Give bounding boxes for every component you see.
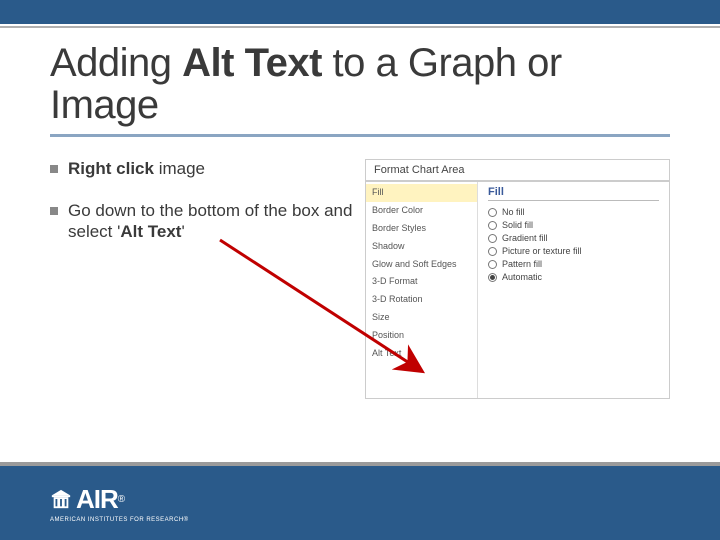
bullet-item: Go down to the bottom of the box and sel… [50,201,355,242]
bullet-text: Go down to the bottom of the box and sel… [68,201,355,242]
radio-label: Gradient fill [502,233,548,243]
sidebar-item[interactable]: Glow and Soft Edges [366,256,477,274]
sidebar-item[interactable]: Alt Text [366,345,477,363]
radio-option[interactable]: No fill [488,207,659,217]
radio-option[interactable]: Automatic [488,272,659,282]
sidebar-item[interactable]: Size [366,309,477,327]
sidebar-item[interactable]: 3-D Rotation [366,291,477,309]
bullet-square-icon [50,207,58,215]
logo-text: AIR [76,484,118,515]
panel-heading: Fill [488,186,659,201]
building-icon [50,488,72,510]
radio-icon [488,273,497,282]
radio-icon [488,260,497,269]
logo-reg: ® [118,494,125,505]
bullet-item: Right click image [50,159,355,179]
bullet-text: Right click image [68,159,205,179]
sidebar-item[interactable]: Border Color [366,202,477,220]
footer-band: AIR ® AMERICAN INSTITUTES FOR RESEARCH® [0,466,720,540]
radio-option[interactable]: Picture or texture fill [488,246,659,256]
bullet-list: Right click image Go down to the bottom o… [50,159,365,399]
radio-label: Pattern fill [502,259,542,269]
bullet-square-icon [50,165,58,173]
radio-icon [488,247,497,256]
radio-label: Automatic [502,272,542,282]
radio-icon [488,221,497,230]
logo: AIR ® AMERICAN INSTITUTES FOR RESEARCH® [50,484,189,523]
radio-list: No fill Solid fill Gradient fill Picture or… [488,207,659,282]
radio-icon [488,234,497,243]
radio-label: Solid fill [502,220,533,230]
dialog-title: Format Chart Area [366,160,669,180]
radio-label: No fill [502,207,525,217]
sidebar-item[interactable]: Position [366,327,477,345]
slide-content: Adding Alt Text to a Graph or Image Righ… [0,28,720,399]
radio-option[interactable]: Pattern fill [488,259,659,269]
dialog-sidebar: FillBorder ColorBorder StylesShadowGlow … [366,182,478,398]
slide-title: Adding Alt Text to a Graph or Image [50,42,670,126]
radio-icon [488,208,497,217]
body-area: Right click image Go down to the bottom o… [50,159,670,399]
format-chart-dialog: Format Chart Area FillBorder ColorBorder… [365,159,670,399]
footer: AIR ® AMERICAN INSTITUTES FOR RESEARCH® [0,462,720,540]
sidebar-item[interactable]: Border Styles [366,220,477,238]
radio-label: Picture or texture fill [502,246,582,256]
radio-option[interactable]: Gradient fill [488,233,659,243]
dialog-body: FillBorder ColorBorder StylesShadowGlow … [366,182,669,398]
sidebar-item[interactable]: 3-D Format [366,273,477,291]
title-underline [50,134,670,137]
radio-option[interactable]: Solid fill [488,220,659,230]
top-bar [0,0,720,24]
sidebar-item[interactable]: Fill [366,184,477,202]
logo-subtitle: AMERICAN INSTITUTES FOR RESEARCH® [50,517,189,523]
sidebar-item[interactable]: Shadow [366,238,477,256]
dialog-panel: Fill No fill Solid fill Gradient fill Pictu… [478,182,669,398]
